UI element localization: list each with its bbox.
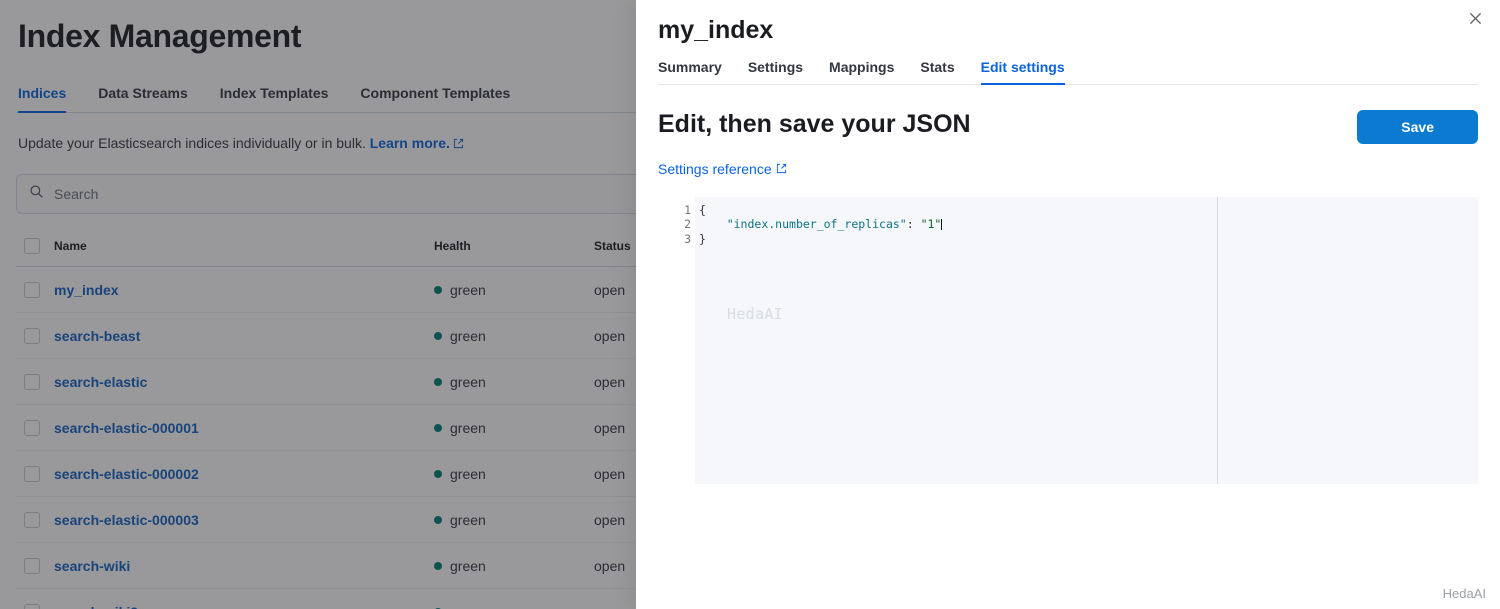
print-margin-line — [1217, 197, 1218, 484]
json-settings-editor[interactable]: 1 2 3 { "index.number_of_replicas": "1" … — [658, 197, 1478, 484]
tab-mappings[interactable]: Mappings — [829, 59, 894, 84]
json-separator: : — [906, 217, 921, 232]
external-link-icon — [776, 161, 787, 177]
line-number-label: 1 — [684, 203, 691, 217]
tab-stats[interactable]: Stats — [920, 59, 954, 84]
json-key: "index.number_of_replicas" — [726, 217, 907, 232]
flyout-title: my_index — [658, 16, 774, 44]
editor-line-number[interactable]: 2 — [658, 217, 695, 231]
edit-settings-heading: Edit, then save your JSON — [658, 110, 971, 138]
json-value: "1" — [920, 217, 942, 232]
corner-watermark: HedaAI — [1442, 586, 1486, 601]
settings-reference-link[interactable]: Settings reference — [658, 161, 787, 177]
tab-edit-settings[interactable]: Edit settings — [980, 59, 1065, 85]
editor-line-number[interactable]: 3 — [658, 232, 695, 246]
editor-gutter: 1 2 3 — [658, 197, 705, 484]
close-icon[interactable] — [1463, 6, 1487, 30]
flyout-tabs: Summary Settings Mappings Stats Edit set… — [658, 59, 1478, 85]
settings-reference-label: Settings reference — [658, 161, 772, 177]
screen-root: Index Management Indices Data Streams In… — [0, 0, 1500, 609]
edit-settings-header: Edit, then save your JSON Save — [658, 110, 1478, 144]
tab-summary[interactable]: Summary — [658, 59, 722, 84]
code-line-3: } — [695, 232, 1478, 246]
json-brace-open: { — [699, 203, 706, 217]
index-detail-flyout: my_index Summary Settings Mappings Stats… — [636, 0, 1500, 609]
text-cursor — [940, 219, 942, 231]
flyout-overlay-mask[interactable] — [0, 0, 636, 609]
editor-watermark: HedaAI — [727, 305, 783, 323]
editor-line-number[interactable]: 1 — [658, 203, 705, 217]
code-line-2: "index.number_of_replicas": "1" — [695, 217, 1478, 231]
save-button[interactable]: Save — [1357, 110, 1478, 144]
tab-settings[interactable]: Settings — [748, 59, 803, 84]
json-brace-close: } — [699, 231, 706, 246]
editor-code-area[interactable]: { "index.number_of_replicas": "1" } Heda… — [695, 197, 1478, 484]
code-line-1: { — [695, 203, 1478, 217]
